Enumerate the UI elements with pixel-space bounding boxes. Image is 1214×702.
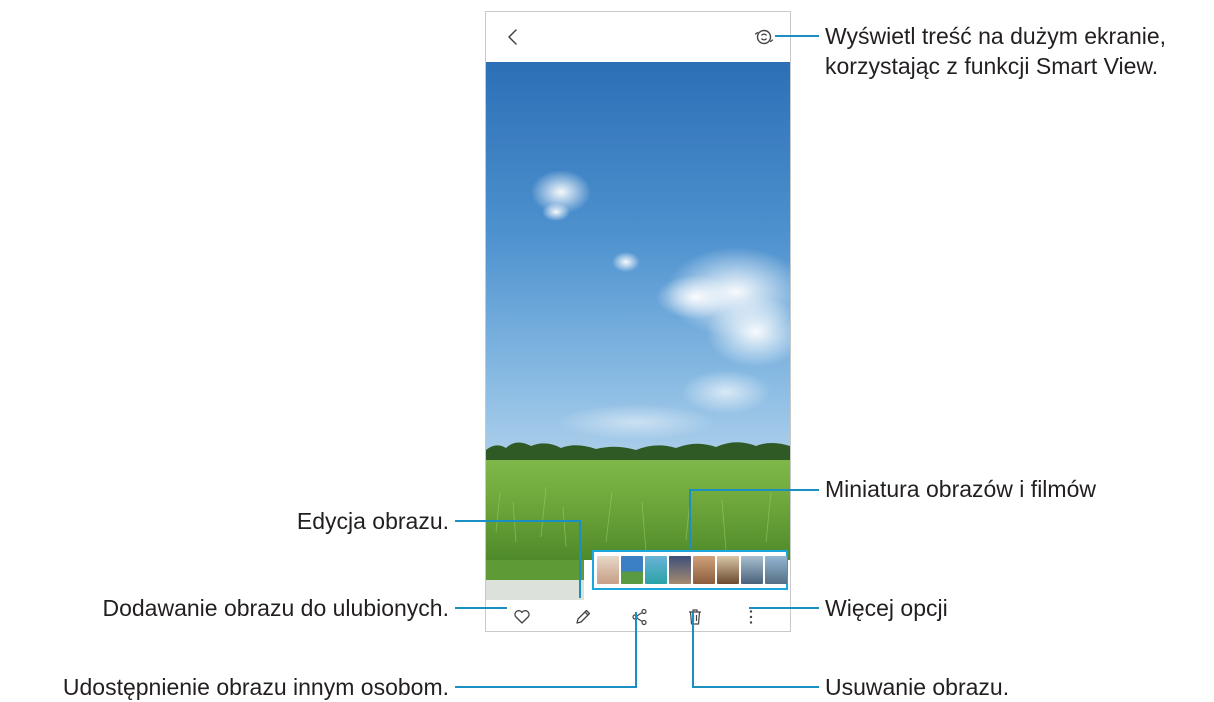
- share-icon: [632, 608, 647, 626]
- callout-line-delete-h: [692, 686, 819, 688]
- callout-favorite: Dodawanie obrazu do ulubionych.: [102, 595, 449, 621]
- callout-line-edit-v: [579, 520, 581, 598]
- callout-thumbnails: Miniatura obrazów i filmów: [825, 476, 1096, 502]
- smart-view-button[interactable]: [752, 25, 776, 49]
- share-button[interactable]: [629, 606, 651, 628]
- thumbnail-strip[interactable]: [592, 550, 788, 590]
- callout-line-favorite: [455, 607, 507, 609]
- thumbnail[interactable]: [693, 556, 715, 584]
- thumbnail[interactable]: [645, 556, 667, 584]
- callout-line-delete-v: [692, 612, 694, 688]
- thumbnail[interactable]: [741, 556, 763, 584]
- callout-line-edit-h: [455, 520, 581, 522]
- more-options-button[interactable]: [740, 606, 762, 628]
- thumbnail[interactable]: [717, 556, 739, 584]
- callout-line-share-v: [635, 612, 637, 688]
- back-button[interactable]: [500, 24, 526, 50]
- callout-line-thumbnails-v: [689, 489, 691, 549]
- smart-view-icon: [754, 29, 774, 45]
- delete-button[interactable]: [684, 606, 706, 628]
- callout-line-more: [749, 607, 819, 609]
- pencil-icon: [576, 609, 591, 624]
- callout-smart-view-line1: Wyświetl treść na dużym ekranie,: [825, 23, 1167, 49]
- callout-line-smart-view: [775, 35, 819, 37]
- callout-delete: Usuwanie obrazu.: [825, 674, 1010, 700]
- thumbnail[interactable]: [621, 556, 643, 584]
- callout-smart-view-line2: korzystając z funkcji Smart View.: [825, 53, 1159, 79]
- callout-share: Udostępnienie obrazu innym osobom.: [62, 674, 449, 700]
- landscape-photo: [486, 62, 790, 560]
- thumbnail[interactable]: [669, 556, 691, 584]
- bottom-toolbar: [486, 600, 790, 631]
- favorite-button[interactable]: [511, 606, 533, 628]
- callout-edit: Edycja obrazu.: [296, 508, 449, 534]
- callout-line-share-h: [455, 686, 637, 688]
- more-vertical-icon: [749, 610, 753, 624]
- gallery-viewer-screen: [485, 11, 791, 632]
- thumbnail-strip-left: [486, 560, 584, 600]
- photo-view[interactable]: [486, 62, 790, 560]
- heart-icon: [514, 610, 530, 624]
- callout-line-thumbnails-h: [689, 489, 819, 491]
- chevron-left-icon: [508, 29, 517, 45]
- edit-button[interactable]: [572, 606, 594, 628]
- trash-icon: [689, 609, 701, 625]
- callout-more-options: Więcej opcji: [825, 595, 948, 621]
- thumbnail[interactable]: [597, 556, 619, 584]
- top-bar: [486, 12, 790, 62]
- thumbnail[interactable]: [765, 556, 787, 584]
